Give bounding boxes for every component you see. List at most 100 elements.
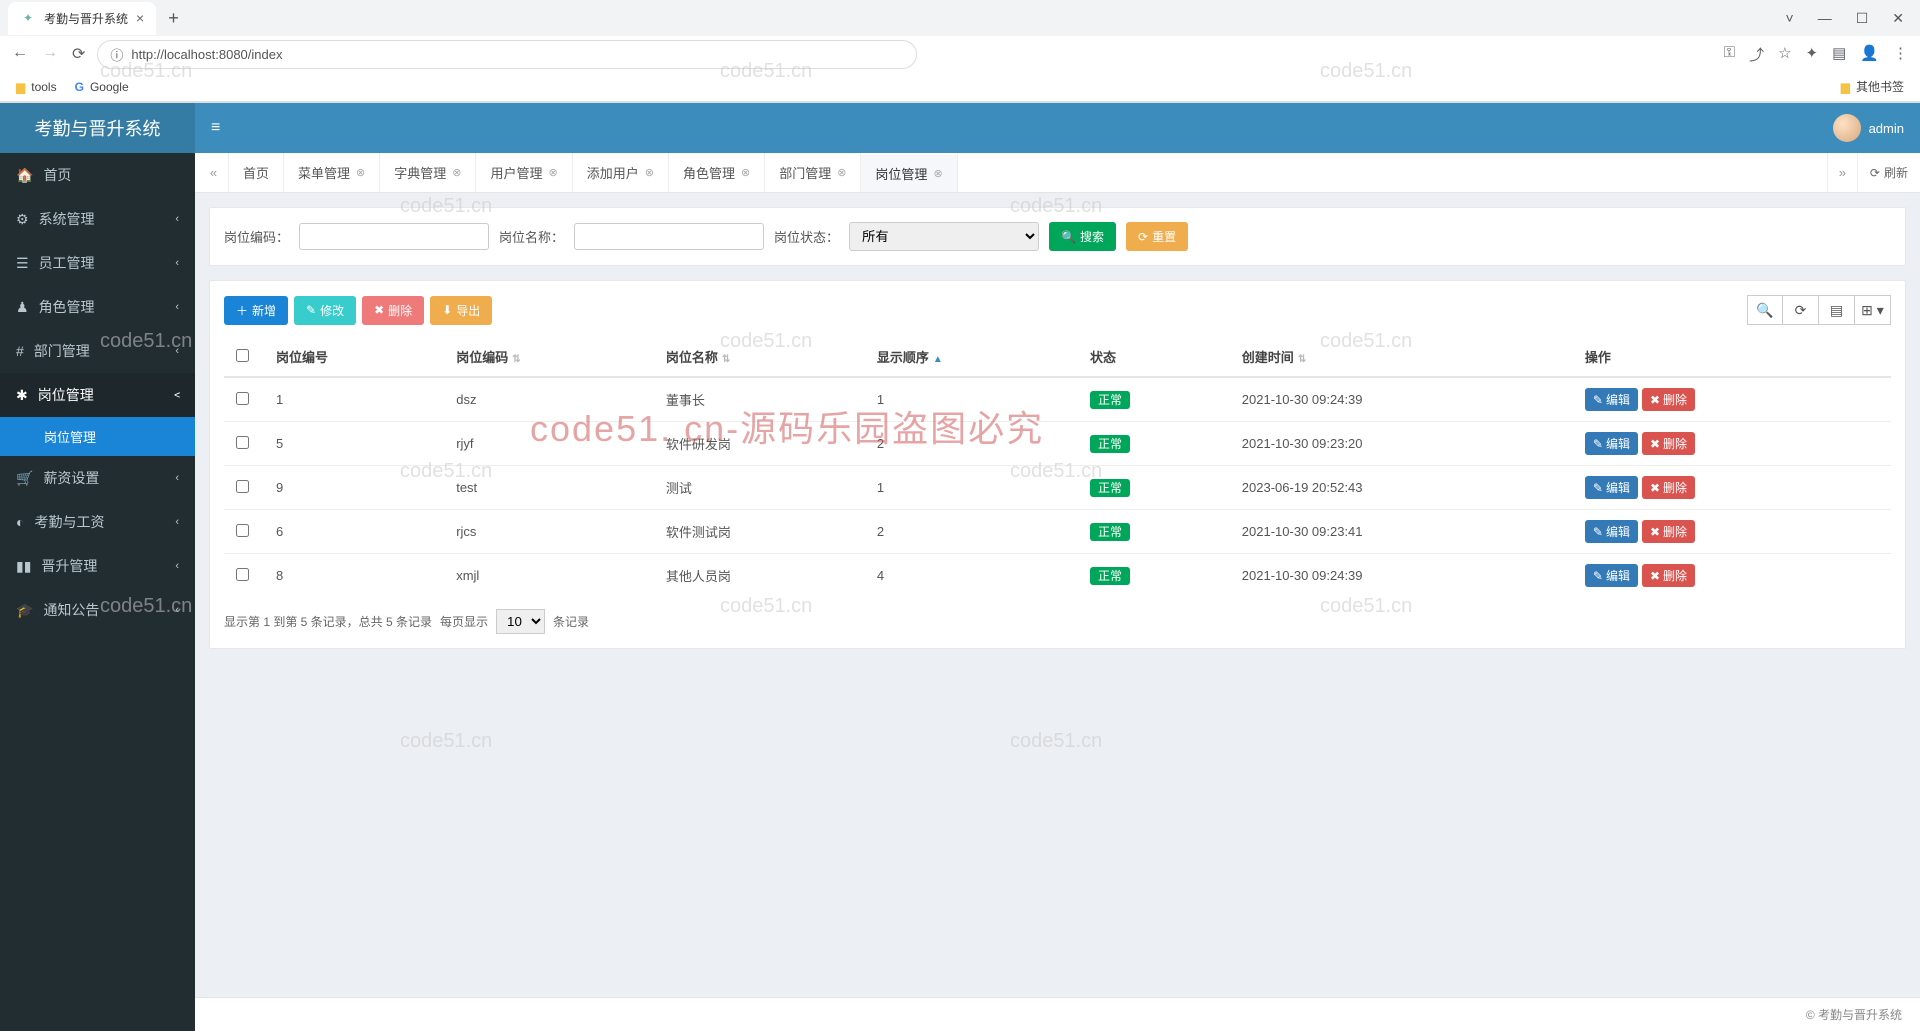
sidebar-item-salary[interactable]: 🛒薪资设置‹ (0, 456, 195, 500)
tab-home[interactable]: 首页 (229, 153, 284, 192)
row-delete-button[interactable]: ✖删除 (1642, 388, 1695, 411)
sidebar-item-promotion[interactable]: ▮▮晋升管理‹ (0, 544, 195, 588)
url-input[interactable]: ⓘ http://localhost:8080/index (97, 40, 917, 69)
row-delete-button[interactable]: ✖删除 (1642, 476, 1695, 499)
nav-reload-icon[interactable]: ⟳ (72, 44, 85, 64)
tab-close-icon[interactable]: × (136, 10, 144, 26)
new-tab-button[interactable]: + (160, 8, 187, 29)
side-panel-icon[interactable]: ▤ (1832, 44, 1846, 65)
row-edit-button[interactable]: ✎编辑 (1585, 520, 1638, 543)
chevron-left-icon: ‹ (175, 345, 179, 357)
close-icon[interactable]: ⊗ (837, 166, 846, 179)
cell-id: 6 (264, 510, 444, 554)
window-close-icon[interactable]: ✕ (1892, 10, 1904, 27)
tab-user[interactable]: 用户管理⊗ (476, 153, 572, 192)
tab-dept[interactable]: 部门管理⊗ (765, 153, 861, 192)
row-delete-button[interactable]: ✖删除 (1642, 520, 1695, 543)
close-icon[interactable]: ⊗ (549, 166, 558, 179)
close-icon[interactable]: ⊗ (452, 166, 461, 179)
nav-back-icon[interactable]: ← (12, 44, 28, 64)
chevron-left-icon: ‹ (175, 213, 179, 225)
col-order[interactable]: 显示顺序▲ (865, 337, 1078, 377)
row-edit-button[interactable]: ✎编辑 (1585, 476, 1638, 499)
row-checkbox[interactable] (236, 392, 249, 405)
row-delete-button[interactable]: ✖删除 (1642, 432, 1695, 455)
sidebar-item-employee[interactable]: ☰员工管理‹ (0, 241, 195, 285)
row-checkbox[interactable] (236, 524, 249, 537)
col-code[interactable]: 岗位编码⇅ (444, 337, 654, 377)
col-id[interactable]: 岗位编号 (264, 337, 444, 377)
search-button[interactable]: 🔍搜索 (1049, 222, 1116, 251)
share-icon[interactable]: ⤴ (1749, 44, 1764, 65)
cell-order: 1 (865, 377, 1078, 422)
row-checkbox[interactable] (236, 568, 249, 581)
sidebar-item-post[interactable]: ✱岗位管理˅ (0, 373, 195, 417)
topbar: ≡ admin (195, 103, 1920, 153)
tab-adduser[interactable]: 添加用户⊗ (573, 153, 669, 192)
sidebar-item-notice[interactable]: 🎓通知公告‹ (0, 588, 195, 632)
table-toggle-button[interactable]: ▤ (1819, 295, 1855, 325)
sidebar-item-attendance[interactable]: ◐考勤与工资‹ (0, 500, 195, 544)
user-area[interactable]: admin (1833, 114, 1904, 142)
site-info-icon[interactable]: ⓘ (110, 45, 123, 64)
window-maximize-icon[interactable]: ☐ (1856, 10, 1869, 27)
refresh-icon: ⟳ (1138, 230, 1148, 244)
table-search-button[interactable]: 🔍 (1747, 295, 1783, 325)
close-icon[interactable]: ⊗ (356, 166, 365, 179)
tabs-refresh[interactable]: ⟳刷新 (1857, 153, 1920, 192)
sidebar-item-dept[interactable]: #部门管理‹ (0, 329, 195, 373)
table-row: 5rjyf软件研发岗2正常2021-10-30 09:23:20✎编辑✖删除 (224, 422, 1891, 466)
nav-forward-icon[interactable]: → (42, 44, 58, 64)
window-dropdown-icon[interactable]: ˅ (1786, 10, 1794, 27)
tabs-scroll-left[interactable]: « (199, 153, 229, 192)
filter-code-input[interactable] (299, 223, 489, 250)
col-name[interactable]: 岗位名称⇅ (654, 337, 865, 377)
row-delete-button[interactable]: ✖删除 (1642, 564, 1695, 587)
filter-name-input[interactable] (574, 223, 764, 250)
browser-tab[interactable]: ✦ 考勤与晋升系统 × (8, 2, 156, 35)
row-edit-button[interactable]: ✎编辑 (1585, 564, 1638, 587)
table-refresh-button[interactable]: ⟳ (1783, 295, 1819, 325)
reset-button[interactable]: ⟳重置 (1126, 222, 1188, 251)
delete-icon: ✖ (1650, 437, 1660, 451)
select-all-checkbox[interactable] (236, 349, 249, 362)
close-icon[interactable]: ⊗ (933, 167, 942, 180)
add-button[interactable]: ＋新增 (224, 296, 288, 325)
cell-created: 2021-10-30 09:23:41 (1230, 510, 1573, 554)
sidebar-item-home[interactable]: 🏠首页 (0, 153, 195, 197)
col-created[interactable]: 创建时间⇅ (1230, 337, 1573, 377)
close-icon[interactable]: ⊗ (741, 166, 750, 179)
bookmark-google[interactable]: GGoogle (75, 80, 129, 94)
extensions-icon[interactable]: ✦ (1806, 44, 1819, 65)
window-minimize-icon[interactable]: — (1818, 10, 1832, 27)
sidebar-subitem-post-manage[interactable]: 岗位管理 (0, 417, 195, 456)
row-checkbox[interactable] (236, 480, 249, 493)
star-icon[interactable]: ☆ (1778, 44, 1791, 65)
table-columns-button[interactable]: ⊞ ▾ (1855, 295, 1891, 325)
tab-post[interactable]: 岗位管理⊗ (861, 153, 957, 192)
tabs-scroll-right[interactable]: » (1827, 153, 1857, 192)
delete-button[interactable]: ✖删除 (362, 296, 424, 325)
sidebar-item-system[interactable]: ⚙系统管理‹ (0, 197, 195, 241)
export-button[interactable]: ⬇导出 (430, 296, 492, 325)
pager-perpage-select[interactable]: 10 (496, 609, 545, 634)
edit-button[interactable]: ✎修改 (294, 296, 356, 325)
hamburger-icon[interactable]: ≡ (211, 119, 220, 137)
edit-icon: ✎ (1593, 481, 1603, 495)
row-checkbox[interactable] (236, 436, 249, 449)
row-edit-button[interactable]: ✎编辑 (1585, 432, 1638, 455)
bookmark-tools[interactable]: ▆tools (16, 80, 57, 94)
row-edit-button[interactable]: ✎编辑 (1585, 388, 1638, 411)
profile-icon[interactable]: 👤 (1860, 44, 1879, 65)
key-icon[interactable]: ⚿ (1724, 44, 1735, 65)
tab-role[interactable]: 角色管理⊗ (669, 153, 765, 192)
data-table: 岗位编号 岗位编码⇅ 岗位名称⇅ 显示顺序▲ 状态 创建时间⇅ 操作 1dsz董… (224, 337, 1891, 597)
tab-menu[interactable]: 菜单管理⊗ (284, 153, 380, 192)
tab-dict[interactable]: 字典管理⊗ (380, 153, 476, 192)
status-badge: 正常 (1090, 567, 1130, 585)
bookmark-other[interactable]: ▆其他书签 (1841, 78, 1904, 95)
filter-status-select[interactable]: 所有 (849, 222, 1039, 251)
sidebar-item-role[interactable]: ♟角色管理‹ (0, 285, 195, 329)
close-icon[interactable]: ⊗ (645, 166, 654, 179)
browser-menu-icon[interactable]: ⋮ (1893, 44, 1908, 65)
